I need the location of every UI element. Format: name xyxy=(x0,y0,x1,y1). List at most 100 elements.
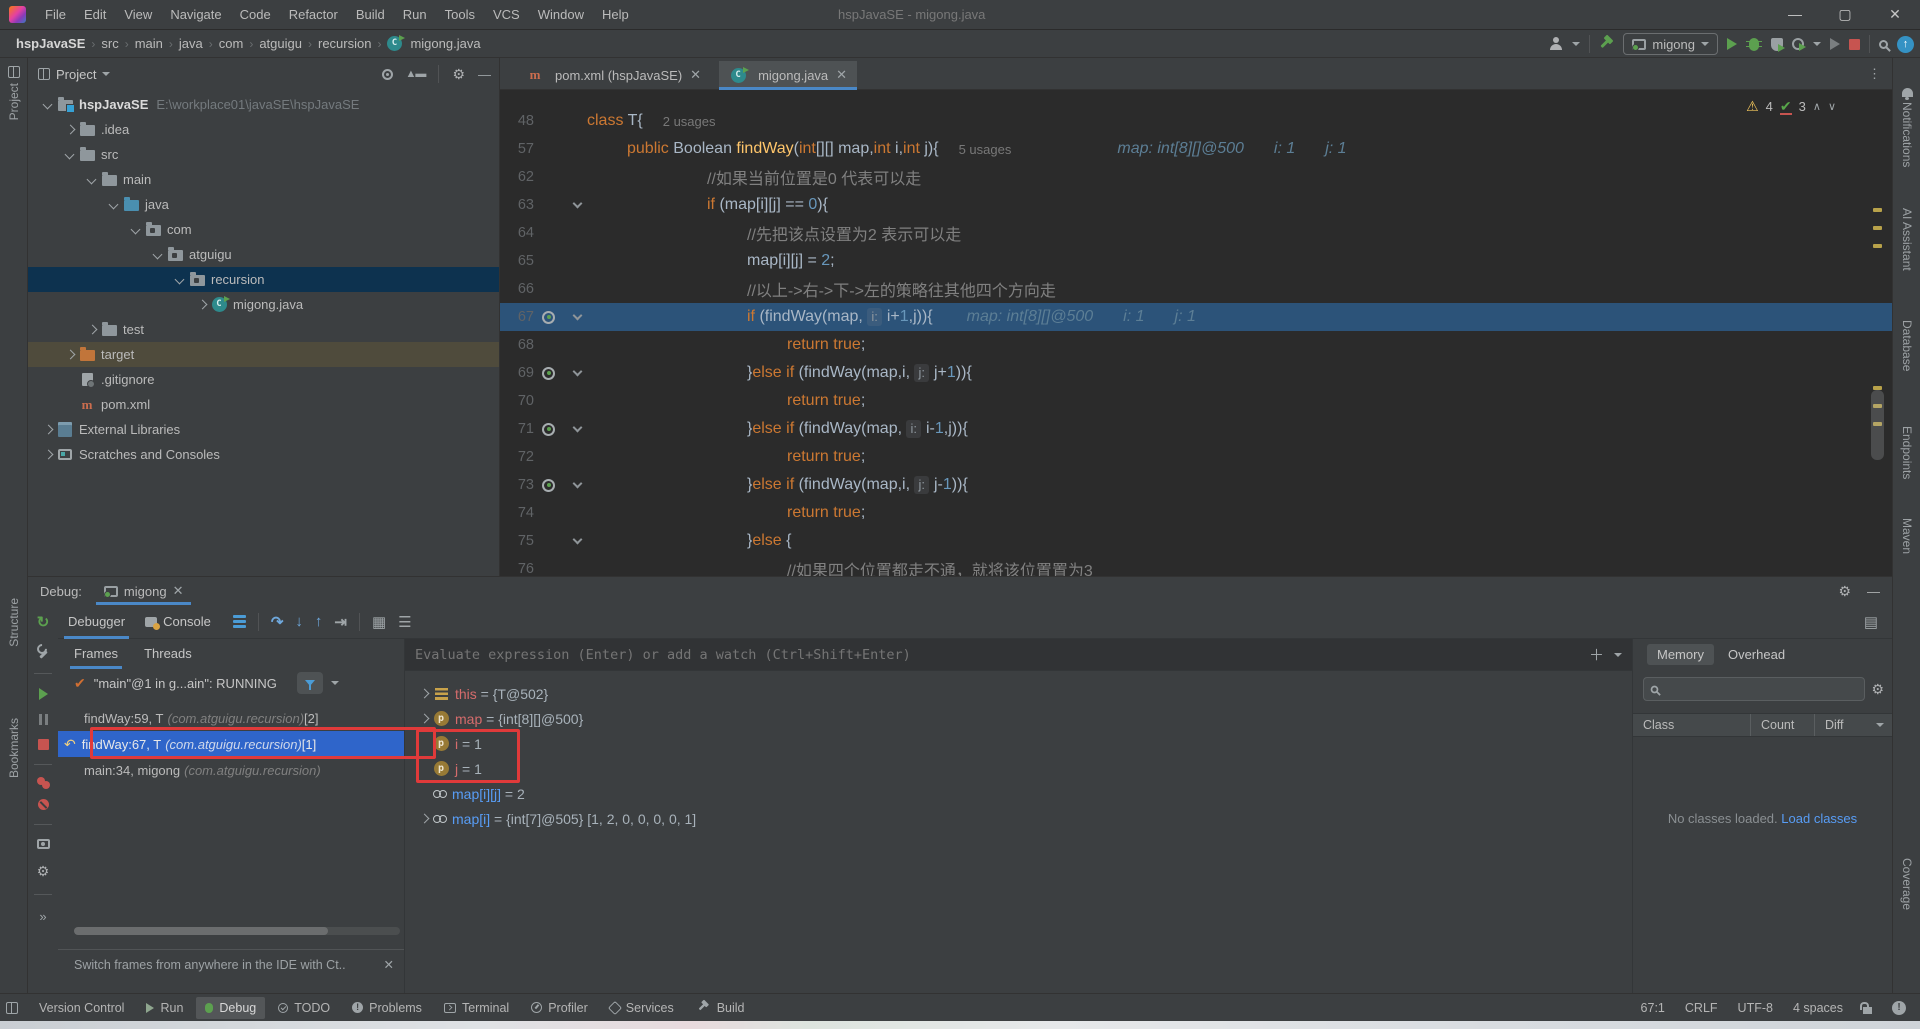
menu-view[interactable]: View xyxy=(115,0,161,30)
status-item-run[interactable]: Run xyxy=(137,997,192,1019)
status-line-ending[interactable]: CRLF xyxy=(1685,1001,1718,1015)
frames-scrollbar[interactable] xyxy=(74,927,400,935)
recursive-call-icon[interactable] xyxy=(542,479,555,492)
tree-item-scratches-and-consoles[interactable]: Scratches and Consoles xyxy=(28,442,499,467)
search-everywhere-icon[interactable] xyxy=(1879,40,1888,49)
debug-button[interactable] xyxy=(1749,38,1759,51)
view-breakpoints-icon[interactable] xyxy=(37,777,45,785)
breadcrumb-item-com[interactable]: com xyxy=(217,36,246,51)
close-icon[interactable]: ✕ xyxy=(690,67,701,83)
tab-options-icon[interactable]: ⋮ xyxy=(1868,66,1882,82)
menu-navigate[interactable]: Navigate xyxy=(161,0,230,30)
tool-stripe-structure[interactable]: Structure xyxy=(0,598,28,647)
profiler-run-button[interactable] xyxy=(1792,38,1804,50)
tree-chevron-icon[interactable] xyxy=(40,422,56,438)
recursive-call-icon[interactable] xyxy=(542,367,555,380)
tab-overhead[interactable]: Overhead xyxy=(1718,644,1795,665)
usages-hint[interactable]: 5 usages xyxy=(959,142,1012,157)
scrollbar-thumb[interactable] xyxy=(1871,390,1884,460)
var-chevron-icon[interactable] xyxy=(417,812,433,826)
editor-tab-migong-java[interactable]: migong.java✕ xyxy=(719,61,857,89)
tree-item-external-libraries[interactable]: External Libraries xyxy=(28,417,499,442)
variable-row-this[interactable]: this = {T@502} xyxy=(405,681,1632,706)
status-item-profiler[interactable]: Profiler xyxy=(522,997,597,1019)
recursive-call-icon[interactable] xyxy=(542,311,555,324)
status-item-services[interactable]: Services xyxy=(601,997,683,1019)
evaluate-bar[interactable]: ＋ xyxy=(405,639,1632,671)
rerun-button[interactable] xyxy=(1830,38,1840,50)
var-chevron-icon[interactable] xyxy=(417,687,433,701)
close-icon[interactable]: ✕ xyxy=(836,67,847,83)
editor-tab-pom-xml--hspjavase-[interactable]: mpom.xml (hspJavaSE)✕ xyxy=(516,61,711,89)
chevron-down-icon[interactable] xyxy=(1614,653,1622,657)
variable-row-i[interactable]: pi = 1 xyxy=(405,731,1632,756)
gear-icon[interactable]: ⚙ xyxy=(1871,681,1884,698)
lock-icon[interactable] xyxy=(1863,1007,1872,1014)
hide-panel-icon[interactable]: — xyxy=(1867,584,1880,599)
user-profile-icon[interactable] xyxy=(1549,37,1563,51)
frame-row-1[interactable]: findWay:59, T (com.atguigu.recursion) [2… xyxy=(58,705,404,731)
menu-build[interactable]: Build xyxy=(347,0,394,30)
chevron-down-icon[interactable] xyxy=(1876,723,1884,727)
tree-item-atguigu[interactable]: atguigu xyxy=(28,242,499,267)
tree-item-test[interactable]: test xyxy=(28,317,499,342)
update-icon[interactable]: ↑ xyxy=(1897,36,1914,53)
menu-window[interactable]: Window xyxy=(529,0,593,30)
project-panel-title[interactable]: Project xyxy=(56,67,96,82)
tree-chevron-icon[interactable] xyxy=(62,347,78,363)
breadcrumb-item-recursion[interactable]: recursion xyxy=(316,36,373,51)
tree-item--gitignore[interactable]: .gitignore xyxy=(28,367,499,392)
breadcrumb-item-java[interactable]: java xyxy=(177,36,205,51)
fold-marker-icon[interactable] xyxy=(573,199,583,209)
menu-tools[interactable]: Tools xyxy=(436,0,484,30)
tree-item-recursion[interactable]: recursion xyxy=(28,267,499,292)
chevron-down-icon[interactable] xyxy=(331,681,339,685)
maximize-button[interactable]: ▢ xyxy=(1820,0,1870,30)
status-item-debug[interactable]: Debug xyxy=(196,997,265,1019)
column-class[interactable]: Class xyxy=(1633,714,1751,736)
tool-stripe-notifications[interactable]: Notifications xyxy=(1893,88,1920,167)
run-to-cursor-icon[interactable]: ⇥ xyxy=(334,613,347,631)
more-actions-icon[interactable]: » xyxy=(39,909,46,924)
tree-item-pom-xml[interactable]: mpom.xml xyxy=(28,392,499,417)
menu-file[interactable]: File xyxy=(36,0,75,30)
tool-window-switcher-icon[interactable] xyxy=(6,1002,18,1014)
menu-vcs[interactable]: VCS xyxy=(484,0,529,30)
tree-chevron-icon[interactable] xyxy=(172,272,188,288)
resume-program-icon[interactable] xyxy=(39,688,48,700)
variable-row-map-i--j-[interactable]: map[i][j] = 2 xyxy=(405,781,1632,806)
fold-marker-icon[interactable] xyxy=(573,535,583,545)
minimize-button[interactable]: — xyxy=(1770,0,1820,30)
inspections-widget[interactable]: ⚠ 4 ✔ 3 ∧ ∨ xyxy=(1746,98,1836,115)
evaluate-input[interactable] xyxy=(415,647,1579,663)
menu-code[interactable]: Code xyxy=(231,0,280,30)
tool-stripe-database[interactable]: Database xyxy=(1893,320,1920,371)
prev-issue-icon[interactable]: ∧ xyxy=(1813,100,1821,113)
tree-chevron-icon[interactable] xyxy=(62,147,78,163)
step-into-icon[interactable]: ↓ xyxy=(295,613,303,630)
breadcrumb-item-migong-java[interactable]: migong.java xyxy=(408,36,482,51)
add-watch-icon[interactable]: ＋ xyxy=(1589,644,1604,665)
stop-button[interactable] xyxy=(1849,39,1860,50)
code-editor[interactable]: 48class T{2 usages57public Boolean findW… xyxy=(500,90,1892,576)
breadcrumb-item-hspjavase[interactable]: hspJavaSE xyxy=(14,36,87,51)
tab-console[interactable]: Console xyxy=(135,605,221,639)
collapse-all-icon[interactable]: ▲▬ xyxy=(406,68,426,80)
menu-edit[interactable]: Edit xyxy=(75,0,115,30)
editor-scrollbar[interactable] xyxy=(1870,90,1884,576)
mute-breakpoints-icon[interactable] xyxy=(38,799,49,810)
next-issue-icon[interactable]: ∨ xyxy=(1828,100,1836,113)
coverage-run-button[interactable] xyxy=(1771,38,1783,51)
tab-frames[interactable]: Frames xyxy=(74,639,118,669)
tree-chevron-icon[interactable] xyxy=(62,122,78,138)
status-item-version-control[interactable]: Version Control xyxy=(30,997,133,1019)
tree-item-java[interactable]: java xyxy=(28,192,499,217)
tool-stripe-endpoints[interactable]: Endpoints xyxy=(1893,426,1920,479)
frame-row-2[interactable]: ↶findWay:67, T (com.atguigu.recursion) [… xyxy=(58,731,404,757)
gear-icon[interactable]: ⚙ xyxy=(452,66,465,83)
fold-marker-icon[interactable] xyxy=(573,367,583,377)
tree-chevron-icon[interactable] xyxy=(84,172,100,188)
thread-dump-icon[interactable] xyxy=(37,839,50,849)
close-button[interactable]: ✕ xyxy=(1870,0,1920,30)
tab-debugger[interactable]: Debugger xyxy=(58,605,135,639)
